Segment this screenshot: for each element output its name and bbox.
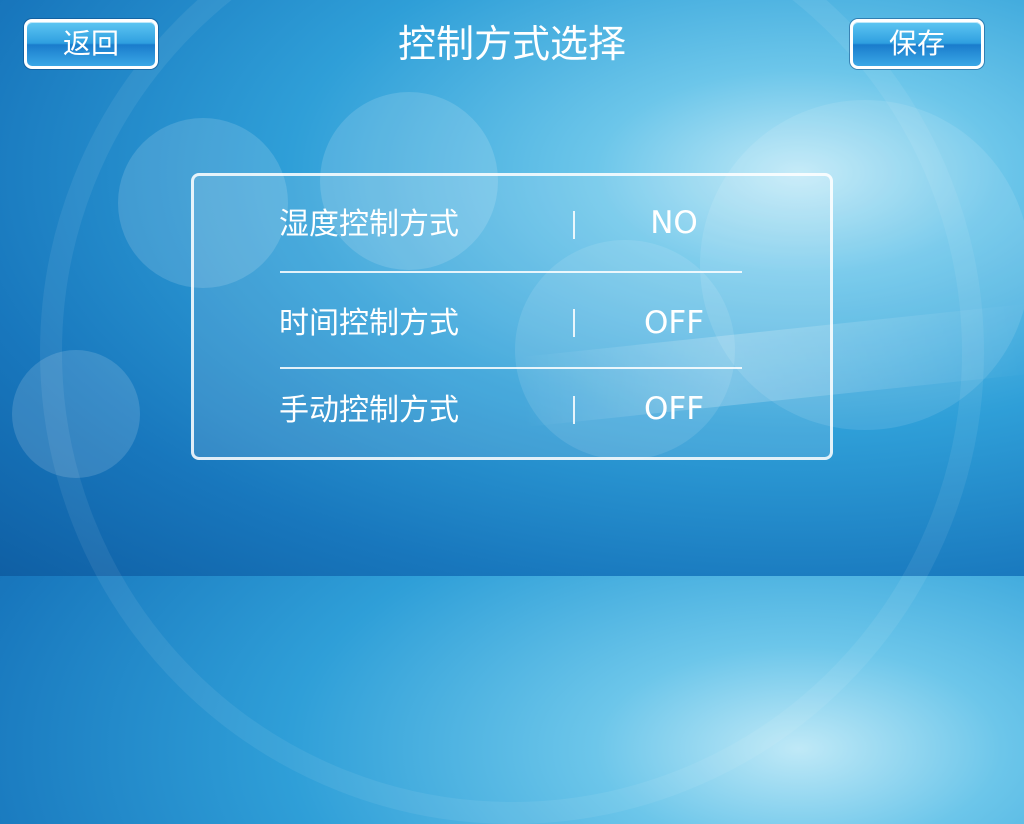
row-divider <box>280 367 742 369</box>
row-separator <box>573 396 575 424</box>
manual-mode-label: 手动控制方式 <box>279 393 459 428</box>
humidity-mode-label: 湿度控制方式 <box>279 207 459 242</box>
manual-mode-toggle[interactable]: OFF <box>604 389 744 429</box>
row-separator <box>573 211 575 239</box>
row-separator <box>573 309 575 337</box>
control-mode-panel: 湿度控制方式 NO 时间控制方式 OFF 手动控制方式 OFF <box>191 173 833 460</box>
background-bokeh <box>12 350 140 478</box>
row-divider <box>280 271 742 273</box>
humidity-mode-toggle[interactable]: NO <box>604 203 744 243</box>
time-mode-label: 时间控制方式 <box>279 306 459 341</box>
time-mode-toggle[interactable]: OFF <box>604 303 744 343</box>
save-button[interactable]: 保存 <box>850 19 984 69</box>
